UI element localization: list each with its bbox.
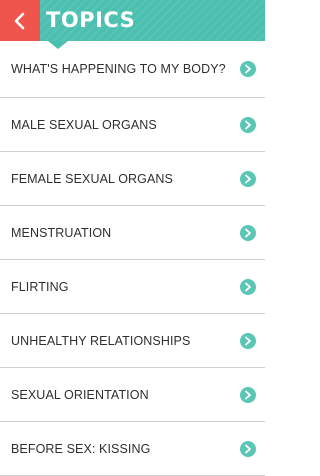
back-button[interactable] xyxy=(0,0,40,41)
chevron-left-icon xyxy=(13,12,27,30)
topic-label: SEXUAL ORIENTATION xyxy=(11,387,149,402)
chevron-right-circle-icon xyxy=(240,170,256,187)
chevron-right-circle-icon xyxy=(240,440,256,457)
topic-label: WHAT'S HAPPENING TO MY BODY? xyxy=(11,62,226,76)
topic-list: WHAT'S HAPPENING TO MY BODY? MALE SEXUAL… xyxy=(0,41,265,476)
topic-item-flirting[interactable]: FLIRTING xyxy=(0,260,265,314)
chevron-right-circle-icon xyxy=(240,332,256,349)
page-title: TOPICS xyxy=(46,8,136,32)
topic-label: MALE SEXUAL ORGANS xyxy=(11,117,157,132)
topic-label: MENSTRUATION xyxy=(11,225,112,240)
chevron-right-circle-icon xyxy=(240,386,256,403)
topic-item-male-sexual-organs[interactable]: MALE SEXUAL ORGANS xyxy=(0,98,265,152)
topic-item-whats-happening-to-my-body[interactable]: WHAT'S HAPPENING TO MY BODY? xyxy=(0,41,265,98)
header-pointer-notch xyxy=(48,41,68,49)
topic-label: FEMALE SEXUAL ORGANS xyxy=(11,171,173,186)
topic-item-sexual-orientation[interactable]: SEXUAL ORIENTATION xyxy=(0,368,265,422)
chevron-right-circle-icon xyxy=(240,61,256,77)
chevron-right-circle-icon xyxy=(240,116,256,133)
topic-label: BEFORE SEX: KISSING xyxy=(11,441,151,456)
topic-item-unhealthy-relationships[interactable]: UNHEALTHY RELATIONSHIPS xyxy=(0,314,265,368)
chevron-right-circle-icon xyxy=(240,224,256,241)
topic-item-before-sex-kissing[interactable]: BEFORE SEX: KISSING xyxy=(0,422,265,476)
chevron-right-circle-icon xyxy=(240,278,256,295)
topic-label: UNHEALTHY RELATIONSHIPS xyxy=(11,333,191,348)
topic-label: FLIRTING xyxy=(11,279,69,294)
topic-item-menstruation[interactable]: MENSTRUATION xyxy=(0,206,265,260)
topic-item-female-sexual-organs[interactable]: FEMALE SEXUAL ORGANS xyxy=(0,152,265,206)
header-bar: TOPICS xyxy=(0,0,265,41)
